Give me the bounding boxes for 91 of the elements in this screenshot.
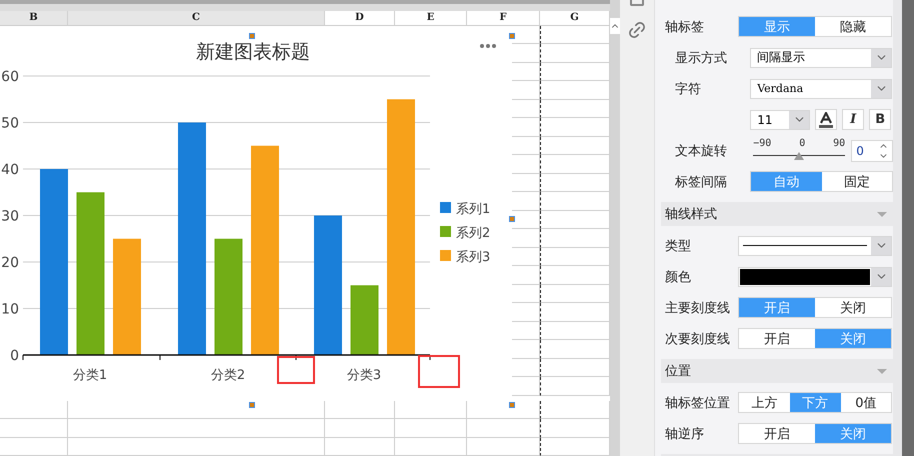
category-label: 分类2 xyxy=(210,368,246,382)
dropdown[interactable]: 间隔显示 xyxy=(750,48,892,68)
field-label: 主要刻度线 xyxy=(665,300,732,316)
slider-tick-label: −90 xyxy=(753,138,772,148)
sheet-cell[interactable] xyxy=(512,303,540,322)
sheet-cell[interactable] xyxy=(512,62,540,81)
font-color-icon xyxy=(819,112,834,128)
collapse-arrow-icon xyxy=(877,368,888,374)
sheet-cell[interactable] xyxy=(68,438,325,456)
field-label: 次要刻度线 xyxy=(665,330,732,348)
category-label: 分类1 xyxy=(72,368,108,382)
column-header[interactable]: C xyxy=(68,10,325,24)
sheet-cell[interactable] xyxy=(512,44,540,62)
sheet-cell[interactable] xyxy=(512,284,540,303)
sheet-cell[interactable] xyxy=(512,340,540,358)
sheet-cell[interactable] xyxy=(68,419,325,438)
sheet-cell[interactable] xyxy=(467,419,540,438)
axis-tick-label: 60 xyxy=(1,68,19,84)
legend-label: 系列3 xyxy=(456,250,490,264)
field-label: 文本旋转 xyxy=(675,142,728,160)
bold-button[interactable]: B xyxy=(869,109,892,130)
sheet-cell[interactable] xyxy=(512,229,540,248)
slider-tick-label: 0 xyxy=(799,138,806,148)
sheet-cell[interactable] xyxy=(467,438,540,456)
field-label: 轴标签位置 xyxy=(665,394,732,412)
category-label: 分类3 xyxy=(346,368,382,382)
legend-label: 系列2 xyxy=(456,226,490,240)
legend-marker xyxy=(440,250,451,260)
sheet-cell[interactable] xyxy=(512,81,540,100)
legend-marker xyxy=(440,226,451,236)
sheet-cell[interactable] xyxy=(512,192,540,210)
collapse-arrow-icon xyxy=(877,212,888,216)
sheet-cell[interactable] xyxy=(325,438,395,456)
chart-title: 新建图表标题 xyxy=(196,40,310,62)
sheet-cell[interactable] xyxy=(512,136,540,155)
italic-button[interactable]: I xyxy=(842,109,864,130)
field-label: 显示方式 xyxy=(675,50,728,66)
field-label: 轴逆序 xyxy=(665,426,706,442)
sheet-cell[interactable] xyxy=(512,174,540,192)
axis-tick-label: 0 xyxy=(10,348,19,364)
sheet-cell[interactable] xyxy=(325,400,395,419)
sheet-cell[interactable] xyxy=(325,419,395,438)
sheet-cell[interactable] xyxy=(512,248,540,266)
field-label: 类型 xyxy=(665,238,692,254)
section-header[interactable]: 轴线样式 xyxy=(661,202,894,226)
font-color-button[interactable] xyxy=(815,109,838,130)
axis-tick-label: 10 xyxy=(1,301,19,317)
sheet-cell[interactable] xyxy=(0,438,68,456)
axis-tick-label: 50 xyxy=(1,115,19,131)
legend-marker xyxy=(440,202,451,212)
sheet-cell[interactable] xyxy=(512,322,540,340)
bar xyxy=(350,284,378,354)
legend-label: 系列1 xyxy=(456,202,490,216)
resize-handle[interactable] xyxy=(509,33,515,39)
highlight-box xyxy=(277,356,315,384)
column-header[interactable]: B xyxy=(0,10,68,24)
sheet-cell[interactable] xyxy=(512,100,540,118)
color-dropdown[interactable] xyxy=(738,266,892,286)
tray-icon[interactable] xyxy=(630,0,644,6)
field-label: 字符 xyxy=(675,80,702,98)
resize-handle[interactable] xyxy=(509,216,515,222)
sheet-cell[interactable] xyxy=(395,419,467,438)
slider-tick-label: 90 xyxy=(833,138,846,148)
sheet-cell[interactable] xyxy=(512,118,540,136)
resize-handle[interactable] xyxy=(249,402,255,408)
number-field[interactable]: 0 xyxy=(851,140,894,162)
sheet-cell[interactable] xyxy=(395,400,467,419)
field-label: 颜色 xyxy=(665,268,692,286)
line-type-dropdown[interactable] xyxy=(738,236,892,256)
sheet-cell[interactable] xyxy=(0,419,68,438)
sheet-cell[interactable] xyxy=(512,155,540,174)
field-label: 轴标签 xyxy=(665,18,706,36)
sheet-cell[interactable] xyxy=(512,358,540,377)
resize-handle[interactable] xyxy=(509,402,515,408)
sheet-cell[interactable] xyxy=(395,438,467,456)
rotation-slider[interactable]: −90 0 90 xyxy=(753,138,846,164)
slider-thumb[interactable] xyxy=(794,152,804,160)
sheet-cell[interactable] xyxy=(0,400,68,419)
axis-tick-label: 40 xyxy=(1,162,19,178)
more-icon[interactable] xyxy=(480,44,496,48)
size-dropdown[interactable]: 11 xyxy=(750,110,810,130)
section-header[interactable]: 位置 xyxy=(661,359,894,383)
resize-handle[interactable] xyxy=(249,33,255,39)
dropdown[interactable]: Verdana xyxy=(750,78,892,98)
highlight-box xyxy=(418,355,460,388)
axis-tick-label: 30 xyxy=(1,208,19,224)
scroll-up-button[interactable] xyxy=(610,18,620,34)
sheet-cell[interactable] xyxy=(512,266,540,284)
axis-tick-label: 20 xyxy=(1,254,19,270)
field-label: 标签间隔 xyxy=(675,174,728,190)
sheet-cell[interactable] xyxy=(512,377,540,396)
